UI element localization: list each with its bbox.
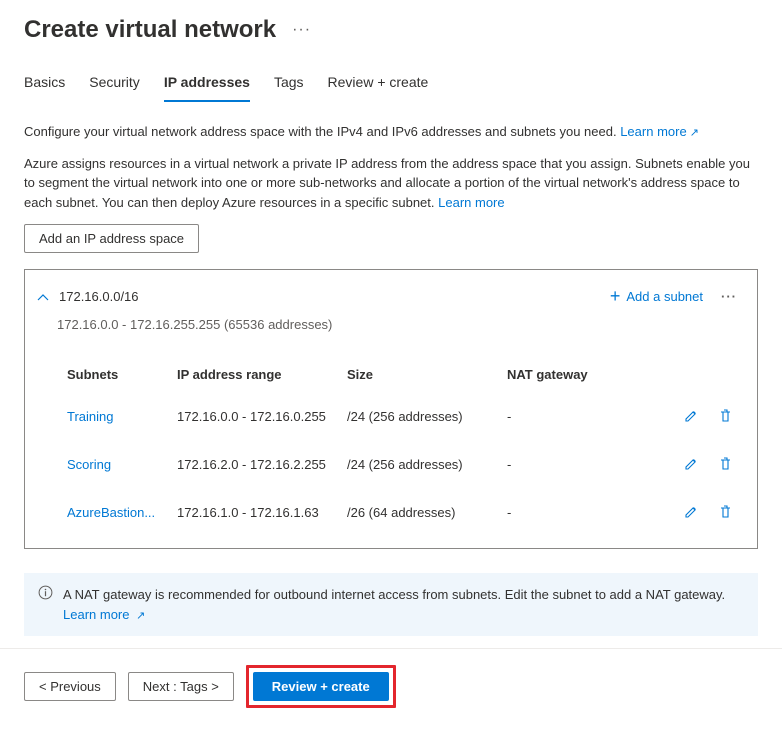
add-ip-space-button[interactable]: Add an IP address space (24, 224, 199, 253)
edit-icon[interactable] (681, 502, 701, 522)
description-2: Azure assigns resources in a virtual net… (24, 154, 758, 213)
delete-icon[interactable] (715, 406, 735, 426)
address-space-panel: 172.16.0.0/16 + Add a subnet ··· 172.16.… (24, 269, 758, 549)
plus-icon: + (610, 286, 621, 307)
add-subnet-button[interactable]: + Add a subnet (610, 286, 703, 307)
description-1-text: Configure your virtual network address s… (24, 124, 617, 139)
external-link-icon: ↗ (136, 608, 145, 625)
subnet-range: 172.16.2.0 - 172.16.2.255 (177, 457, 347, 472)
info-text: A NAT gateway is recommended for outboun… (63, 587, 725, 602)
previous-button[interactable]: < Previous (24, 672, 116, 701)
review-create-button[interactable]: Review + create (253, 672, 389, 701)
tab-review-create[interactable]: Review + create (328, 68, 429, 102)
subnet-size: /26 (64 addresses) (347, 505, 507, 520)
learn-more-link-1[interactable]: Learn more↗ (620, 124, 699, 139)
tab-tags[interactable]: Tags (274, 68, 304, 102)
chevron-up-icon[interactable] (37, 293, 49, 301)
description-2-text: Azure assigns resources in a virtual net… (24, 156, 750, 210)
tab-basics[interactable]: Basics (24, 68, 65, 102)
table-row: Training 172.16.0.0 - 172.16.0.255 /24 (… (67, 392, 741, 440)
page-title: Create virtual network (24, 16, 276, 44)
tab-ip-addresses[interactable]: IP addresses (164, 68, 250, 102)
more-icon[interactable]: ··· (292, 21, 311, 39)
subnet-size: /24 (256 addresses) (347, 457, 507, 472)
tab-bar: Basics Security IP addresses Tags Review… (0, 52, 782, 102)
info-learn-more-link[interactable]: Learn more (63, 607, 129, 622)
col-header-nat: NAT gateway (507, 367, 627, 382)
subnet-range: 172.16.0.0 - 172.16.0.255 (177, 409, 347, 424)
subnet-table: Subnets IP address range Size NAT gatewa… (25, 348, 757, 548)
learn-more-link-2[interactable]: Learn more (438, 195, 504, 210)
delete-icon[interactable] (715, 502, 735, 522)
edit-icon[interactable] (681, 454, 701, 474)
subnet-range: 172.16.1.0 - 172.16.1.63 (177, 505, 347, 520)
table-row: AzureBastion... 172.16.1.0 - 172.16.1.63… (67, 488, 741, 536)
tab-security[interactable]: Security (89, 68, 140, 102)
info-icon (38, 585, 53, 600)
subnet-nat: - (507, 409, 627, 424)
subnet-size: /24 (256 addresses) (347, 409, 507, 424)
subnet-link-scoring[interactable]: Scoring (67, 457, 177, 472)
info-banner: A NAT gateway is recommended for outboun… (24, 573, 758, 636)
delete-icon[interactable] (715, 454, 735, 474)
space-more-icon[interactable]: ··· (717, 289, 741, 304)
col-header-range: IP address range (177, 367, 347, 382)
col-header-subnets: Subnets (67, 367, 177, 382)
address-space-cidr: 172.16.0.0/16 (59, 289, 139, 304)
edit-icon[interactable] (681, 406, 701, 426)
table-row: Scoring 172.16.2.0 - 172.16.2.255 /24 (2… (67, 440, 741, 488)
col-header-size: Size (347, 367, 507, 382)
description-1: Configure your virtual network address s… (24, 122, 758, 142)
subnet-link-bastion[interactable]: AzureBastion... (67, 505, 177, 520)
next-button[interactable]: Next : Tags > (128, 672, 234, 701)
external-link-icon: ↗ (690, 125, 699, 142)
subnet-link-training[interactable]: Training (67, 409, 177, 424)
subnet-nat: - (507, 505, 627, 520)
highlight-annotation: Review + create (246, 665, 396, 708)
footer-bar: < Previous Next : Tags > Review + create (0, 648, 782, 728)
subnet-nat: - (507, 457, 627, 472)
address-space-range: 172.16.0.0 - 172.16.255.255 (65536 addre… (25, 313, 757, 348)
